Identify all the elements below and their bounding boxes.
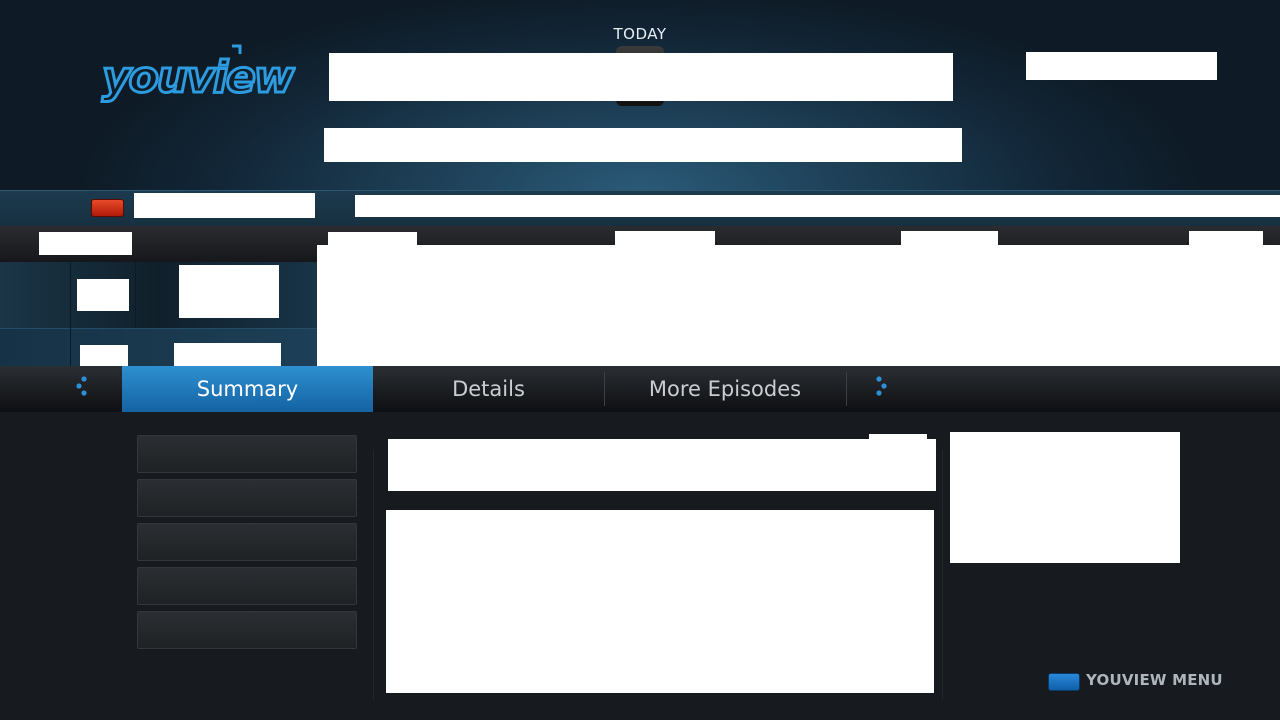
panel-divider <box>373 450 374 700</box>
clock-redacted <box>1026 52 1217 80</box>
tab-details[interactable]: Details <box>373 366 604 412</box>
time-slot-4-redacted <box>1189 231 1263 246</box>
action-button-4[interactable] <box>137 567 357 605</box>
youview-logo: youview <box>101 44 296 104</box>
grid-divider <box>135 262 136 328</box>
time-slot-3-redacted <box>901 231 998 246</box>
red-key-icon[interactable] <box>91 199 124 217</box>
now-playing-redacted <box>355 195 1280 217</box>
tab-summary[interactable]: Summary <box>122 366 373 412</box>
action-button-3[interactable] <box>137 523 357 561</box>
date-redacted <box>39 232 132 255</box>
programme-title-redacted <box>329 53 953 101</box>
action-button-5[interactable] <box>137 611 357 649</box>
channel-logo-1-redacted <box>179 265 279 318</box>
dots-right-icon[interactable] <box>872 374 892 400</box>
channel-number-1-redacted <box>77 279 129 311</box>
youview-menu-label[interactable]: YOUVIEW MENU <box>1086 671 1223 689</box>
action-button-1[interactable] <box>137 435 357 473</box>
synopsis-redacted <box>386 510 934 693</box>
blue-key-icon[interactable] <box>1048 673 1080 691</box>
guide-programmes-redacted <box>317 245 1280 366</box>
action-button-2[interactable] <box>137 479 357 517</box>
today-label: TODAY <box>613 25 667 43</box>
tab-separator <box>846 372 847 406</box>
channel-name-redacted <box>134 193 315 218</box>
grid-divider <box>70 262 71 366</box>
youview-logo-text: youview <box>102 52 295 103</box>
dots-left-icon[interactable] <box>72 374 92 400</box>
programme-image-redacted <box>950 432 1180 563</box>
panel-divider <box>942 450 943 700</box>
time-slot-1-redacted <box>328 232 417 246</box>
programme-subtitle-redacted <box>324 128 962 162</box>
time-slot-2-redacted <box>615 231 715 246</box>
tab-more-episodes[interactable]: More Episodes <box>605 366 845 412</box>
episode-title-redacted <box>388 439 936 491</box>
